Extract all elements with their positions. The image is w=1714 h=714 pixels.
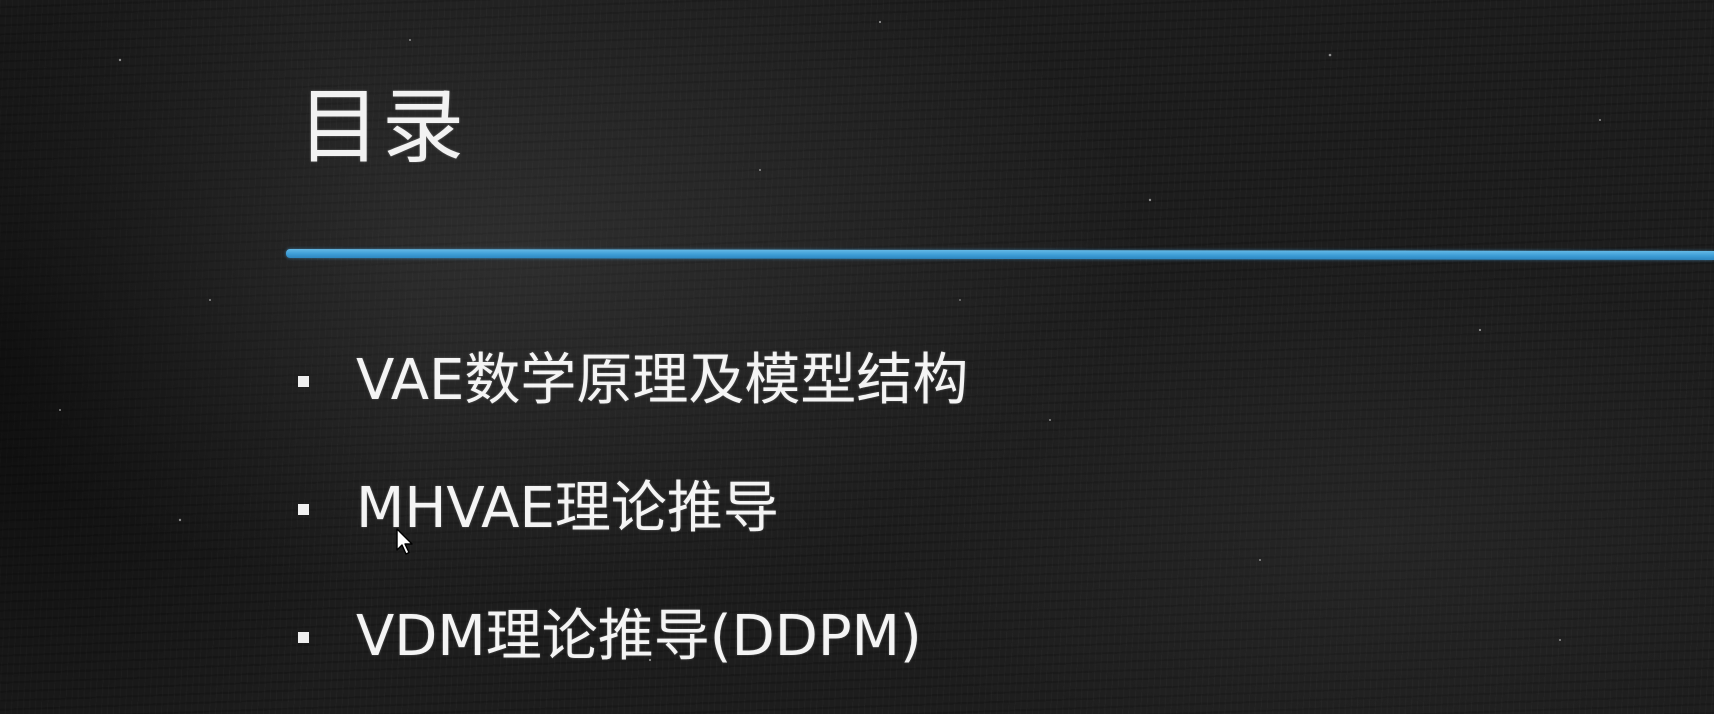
slide: 目录 VAE数学原理及模型结构 MHVAE理论推导 VDM理论推导(DDPM) — [0, 0, 1714, 714]
list-item: VAE数学原理及模型结构 — [298, 345, 968, 473]
square-bullet-icon — [298, 504, 309, 515]
slide-title: 目录 — [298, 80, 467, 175]
square-bullet-icon — [298, 632, 309, 643]
list-item: VDM理论推导(DDPM) — [298, 601, 968, 714]
list-item-label: VDM理论推导(DDPM) — [356, 604, 922, 669]
mouse-pointer-icon — [396, 528, 413, 555]
list-item-label: VAE数学原理及模型结构 — [356, 348, 969, 413]
square-bullet-icon — [298, 376, 309, 387]
list-item-label: MHVAE理论推导 — [356, 476, 779, 541]
title-divider — [285, 249, 1714, 260]
